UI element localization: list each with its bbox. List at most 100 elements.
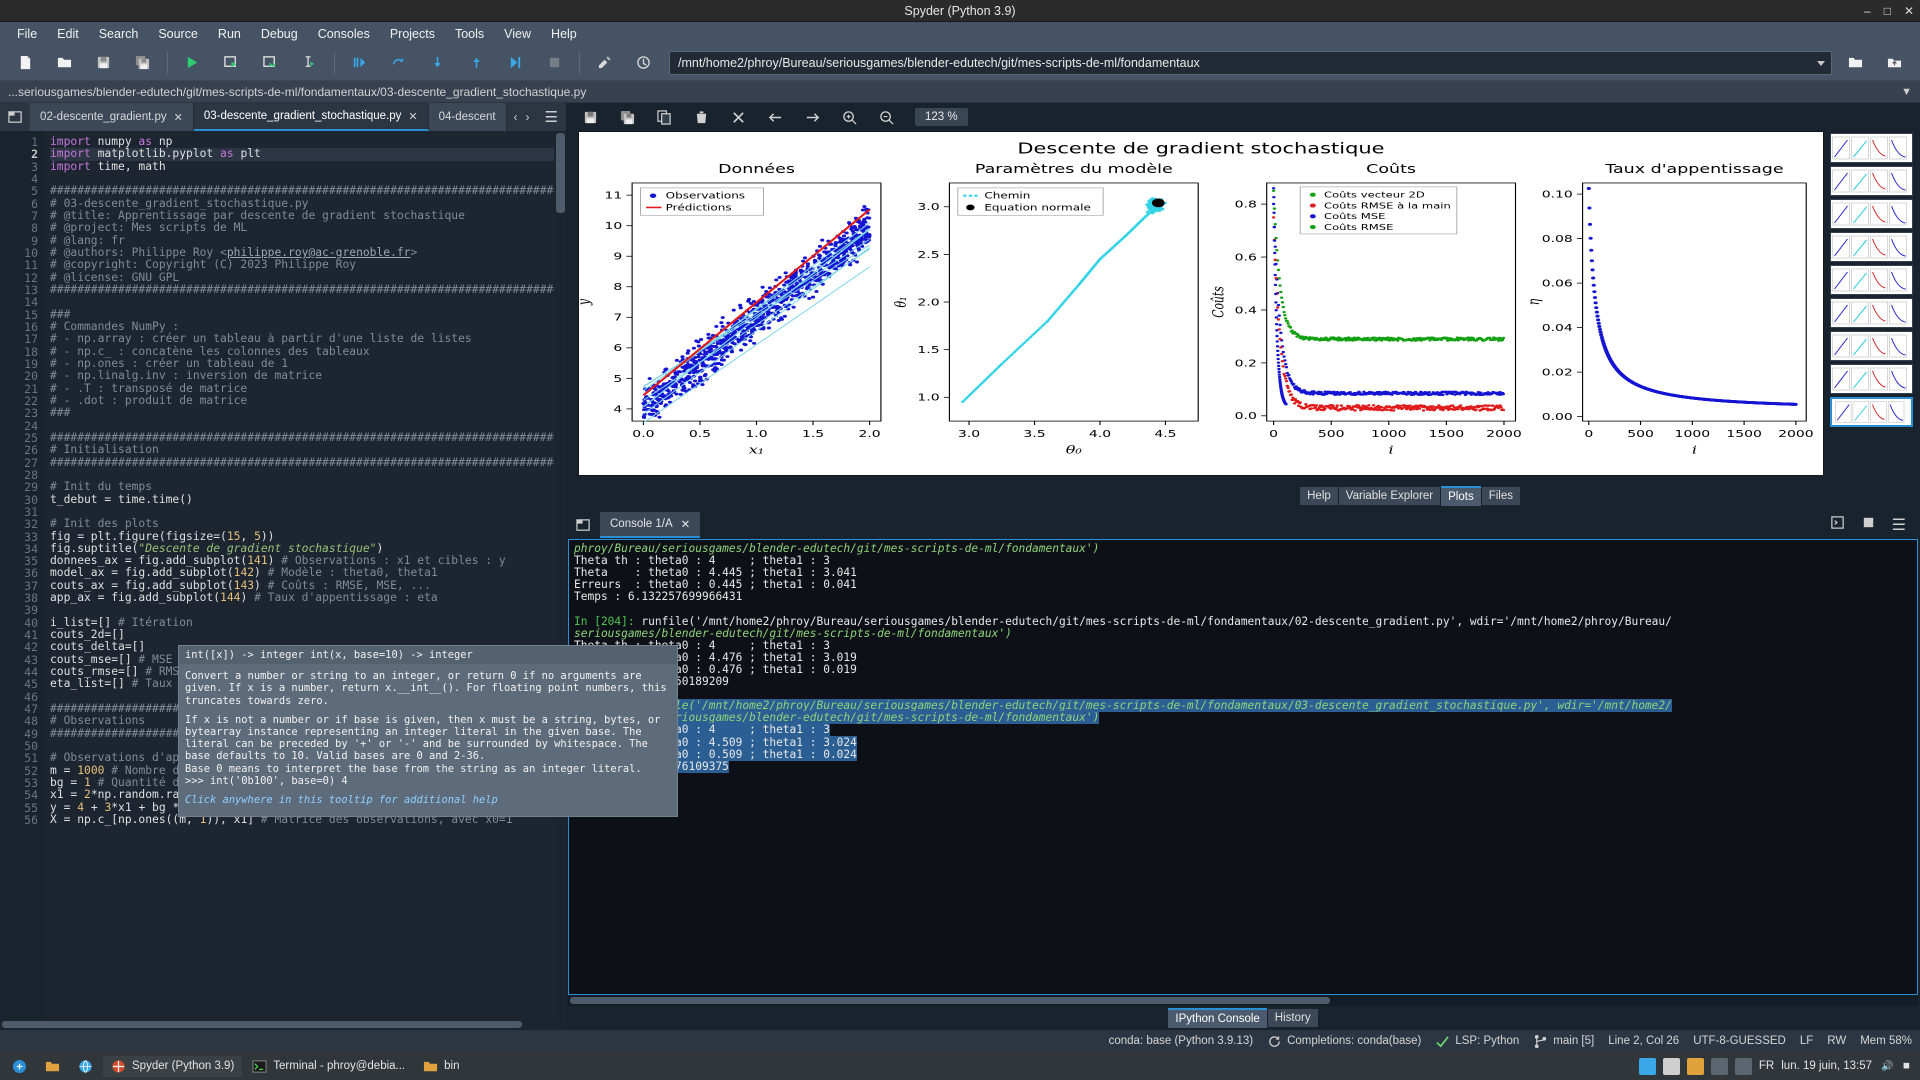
chevron-left-icon[interactable]: ‹ [514,110,518,124]
close-icon[interactable]: ✕ [681,517,691,531]
code-line[interactable]: ########################################… [50,283,566,296]
menu-edit[interactable]: Edit [47,24,89,44]
zoom-out-icon[interactable] [868,104,905,130]
next-plot-icon[interactable] [794,104,831,130]
new-console-icon[interactable] [1830,515,1845,535]
plot-thumbnail[interactable] [1830,232,1913,262]
code-line[interactable]: ### [50,407,566,419]
close-icon[interactable]: ✕ [408,110,417,123]
menu-view[interactable]: View [494,24,541,44]
console-tab-0[interactable]: Console 1/A ✕ [600,512,701,538]
tray-clipboard-icon[interactable] [1662,1057,1680,1075]
console-horizontal-scrollbar[interactable] [568,995,1918,1006]
tab-ipython-console[interactable]: IPython Console [1168,1008,1267,1028]
browser-launcher[interactable] [70,1056,101,1077]
scrollbar-thumb[interactable] [570,997,1330,1004]
taskbar-item-terminal[interactable]: Terminal - phroy@debia... [244,1056,413,1077]
python-path-icon[interactable] [624,47,663,79]
console-options-icon[interactable]: ☰ [1892,515,1906,535]
menu-search[interactable]: Search [89,24,149,44]
scrollbar-thumb[interactable] [2,1021,522,1028]
console-output[interactable]: phroy/Bureau/seriousgames/blender-edutec… [568,539,1918,995]
menu-projects[interactable]: Projects [380,24,445,44]
editor-options-icon[interactable]: ☰ [537,103,566,131]
preferences-gear-icon[interactable] [585,47,624,79]
maximize-icon[interactable]: □ [1884,4,1891,18]
save-all-plots-icon[interactable] [609,104,646,130]
code-line[interactable]: ########################################… [50,456,566,469]
tab-files[interactable]: Files [1481,487,1520,505]
open-file-icon[interactable] [45,47,84,79]
editor-vertical-scrollbar[interactable] [554,131,566,1019]
minimize-icon[interactable]: – [1864,4,1871,18]
run-cell-icon[interactable] [212,47,251,79]
plot-zoom-level[interactable]: 123 % [915,108,968,126]
run-cell-advance-icon[interactable] [251,47,290,79]
plot-thumbnail[interactable] [1830,166,1913,196]
menu-consoles[interactable]: Consoles [308,24,380,44]
editor-tab-0[interactable]: 02-descente_gradient.py ✕ [30,103,194,131]
plot-thumbnail-list[interactable] [1830,131,1916,484]
file-manager-launcher[interactable] [37,1056,68,1077]
tray-clock[interactable]: lun. 19 juin, 13:57 [1781,1060,1872,1072]
taskbar-item-spyder[interactable]: Spyder (Python 3.9) [103,1055,243,1077]
tray-language[interactable]: FR [1759,1060,1774,1072]
plot-thumbnail[interactable] [1830,331,1913,361]
close-icon[interactable]: ✕ [1904,4,1914,18]
code-line[interactable]: t_debut = time.time() [50,493,566,506]
menu-source[interactable]: Source [148,24,208,44]
code-line[interactable]: app_ax = fig.add_subplot(144) # Taux d'a… [50,591,566,604]
tab-history[interactable]: History [1267,1009,1318,1027]
code-editor[interactable]: 1 2 3 4 5 6 7 8 9 10 11 12 13 14 15 16 17 18 19 20 21 22 23 24 2… [0,131,566,1019]
tab-help[interactable]: Help [1300,487,1338,505]
tab-plots[interactable]: Plots [1441,486,1481,506]
plot-thumbnail[interactable] [1830,364,1913,394]
run-file-icon[interactable] [173,47,212,79]
chevron-down-icon[interactable] [1817,60,1825,66]
application-menu-button[interactable] [4,1056,35,1077]
editor-panel-icon[interactable] [0,103,30,131]
menu-tools[interactable]: Tools [445,24,494,44]
code-line[interactable]: import time, math [50,160,566,173]
completion-tooltip[interactable]: int([x]) -> integer int(x, base=10) -> i… [178,645,678,817]
save-file-icon[interactable] [84,47,123,79]
editor-horizontal-scrollbar[interactable] [0,1019,566,1030]
interrupt-kernel-icon[interactable] [1861,515,1876,535]
editor-tab-1[interactable]: 03-descente_gradient_stochastique.py ✕ [193,103,429,131]
new-file-icon[interactable] [6,47,45,79]
plot-thumbnail[interactable] [1830,133,1913,163]
working-directory-input[interactable]: /mnt/home2/phroy/Bureau/seriousgames/ble… [669,50,1832,75]
tray-display-icon[interactable] [1710,1057,1728,1075]
plot-thumbnail[interactable] [1830,298,1913,328]
tab-variable-explorer[interactable]: Variable Explorer [1338,487,1441,505]
menu-file[interactable]: File [7,24,47,44]
debug-file-icon[interactable] [340,47,379,79]
plot-thumbnail[interactable] [1830,265,1913,295]
plot-thumbnail[interactable] [1830,199,1913,229]
code-line[interactable]: # @project: Mes scripts de ML [50,222,566,234]
code-text[interactable]: import numpy as np import matplotlib.pypl… [44,131,566,1019]
save-all-icon[interactable] [123,47,162,79]
tray-volume-icon[interactable]: 🔊 [1879,1058,1896,1075]
code-line[interactable] [50,296,566,308]
code-line[interactable]: i_list=[] # Itération [50,616,566,629]
console-panel-icon[interactable] [566,518,600,533]
tooltip-more-help-link[interactable]: Click anywhere in this tooltip for addit… [185,794,498,806]
remove-plot-icon[interactable] [683,104,720,130]
debug-continue-icon[interactable] [496,47,535,79]
tray-network-icon[interactable] [1638,1057,1656,1075]
browse-directory-icon[interactable] [1836,47,1875,79]
debug-step-out-icon[interactable] [457,47,496,79]
menu-debug[interactable]: Debug [251,24,308,44]
parent-directory-icon[interactable] [1875,47,1914,79]
editor-tab-2[interactable]: 04-descent [428,103,507,131]
tray-bluetooth-icon[interactable] [1734,1057,1752,1075]
figure-canvas[interactable]: Descente de gradient stochastique Données… [578,131,1824,476]
menu-run[interactable]: Run [208,24,251,44]
chevron-right-icon[interactable]: › [526,110,530,124]
scrollbar-thumb[interactable] [556,133,565,213]
editor-tab-scroll[interactable]: ‹ › [507,103,537,131]
previous-plot-icon[interactable] [757,104,794,130]
code-line[interactable]: # - .dot : produit de matrice [50,394,566,407]
copy-plot-icon[interactable] [646,104,683,130]
